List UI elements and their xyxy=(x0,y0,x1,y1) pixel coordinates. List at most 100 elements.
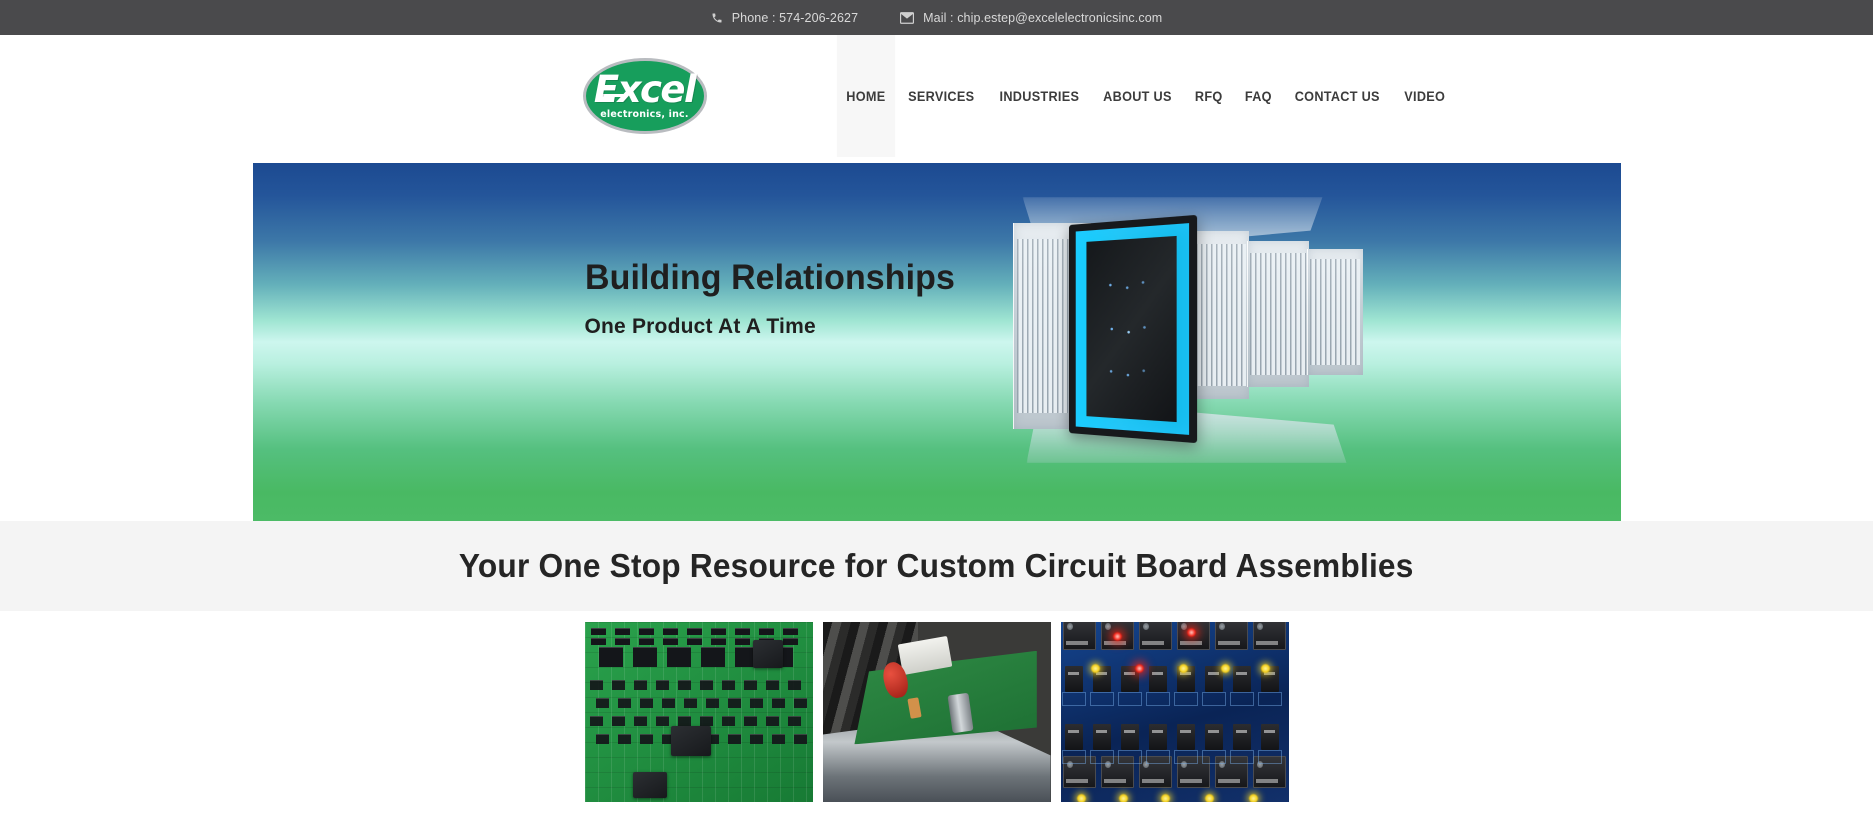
resistor-component xyxy=(677,680,691,690)
logo-wordmark: Excel xyxy=(593,68,697,111)
silkscreen-outline xyxy=(1089,692,1114,706)
machine-background xyxy=(822,622,1051,802)
header-inner: Excel electronics, inc. HOME SERVICES IN… xyxy=(252,35,1622,157)
yellow-led-indicator xyxy=(1260,664,1270,673)
smd-component xyxy=(758,628,774,635)
relay-screw xyxy=(1142,622,1150,631)
resistor-component xyxy=(611,716,625,726)
smd-component xyxy=(590,628,606,635)
resistor-component xyxy=(617,734,631,744)
circuit-board-on-assembly-machine-photo[interactable] xyxy=(822,622,1051,802)
silkscreen-outline xyxy=(1201,692,1226,706)
resistor-component xyxy=(727,734,741,744)
nav-item-home[interactable]: HOME xyxy=(836,35,895,157)
nav-item-services[interactable]: SERVICES xyxy=(899,35,984,157)
transistor-component xyxy=(632,647,657,667)
red-led-indicator xyxy=(1134,664,1144,673)
resistor-component xyxy=(633,716,647,726)
relay-component xyxy=(1214,622,1248,650)
resistor-component xyxy=(633,680,647,690)
smd-component xyxy=(782,638,798,645)
smd-component xyxy=(614,628,630,635)
silkscreen-outline xyxy=(1061,750,1086,764)
resistor-component xyxy=(595,698,609,708)
smd-component xyxy=(686,628,702,635)
terminal-block xyxy=(1092,724,1111,750)
hero-banner: Building Relationships One Product At A … xyxy=(252,163,1621,521)
resistor-component xyxy=(655,680,669,690)
silkscreen-outline xyxy=(1089,750,1114,764)
terminal-block xyxy=(1064,666,1083,692)
relay-label xyxy=(1103,640,1126,645)
relay-label xyxy=(1217,640,1240,645)
phone-label: Phone : 574-206-2627 xyxy=(731,10,859,25)
product-gallery xyxy=(0,611,1873,802)
integrated-circuit-chip xyxy=(670,726,711,756)
resistor-component xyxy=(721,680,735,690)
resistor-component xyxy=(699,716,713,726)
relay-label xyxy=(1217,778,1240,783)
resistor-component xyxy=(743,716,757,726)
yellow-led-indicator xyxy=(1076,794,1086,802)
resistor-component xyxy=(721,716,735,726)
nav-item-contact-us[interactable]: CONTACT US xyxy=(1286,35,1390,157)
relay-screw xyxy=(1180,622,1188,631)
silkscreen-outline xyxy=(1229,692,1254,706)
top-contact-bar: Phone : 574-206-2627 Mail : chip.estep@e… xyxy=(0,0,1873,35)
mail-icon xyxy=(900,11,915,24)
power-transistor xyxy=(632,772,667,798)
resistor-component xyxy=(655,716,669,726)
transistor-component xyxy=(666,647,691,667)
terminal-block xyxy=(1148,666,1167,692)
relay-label xyxy=(1255,778,1278,783)
yellow-led-indicator xyxy=(1118,794,1128,802)
hero-headline: Building Relationships xyxy=(584,258,955,297)
resistor-component xyxy=(765,716,779,726)
resistor-component xyxy=(793,734,807,744)
smd-component xyxy=(782,628,798,635)
resistor-component xyxy=(749,734,763,744)
resistor-component xyxy=(677,716,691,726)
server-rack-datacenter-image xyxy=(1012,197,1363,465)
silkscreen-outline xyxy=(1117,692,1142,706)
site-logo[interactable]: Excel electronics, inc. xyxy=(582,51,708,141)
nav-item-industries[interactable]: INDUSTRIES xyxy=(990,35,1088,157)
yellow-led-indicator xyxy=(1204,794,1214,802)
terminal-block xyxy=(1120,724,1139,750)
art-panel-face xyxy=(1085,235,1177,423)
smd-package xyxy=(752,640,783,668)
resistor-component xyxy=(639,734,653,744)
smd-component xyxy=(590,638,606,645)
art-open-panel-door xyxy=(1068,214,1197,444)
resistor-component xyxy=(661,698,675,708)
terminal-block xyxy=(1064,724,1083,750)
site-header: Excel electronics, inc. HOME SERVICES IN… xyxy=(0,35,1873,157)
tagline-band: Your One Stop Resource for Custom Circui… xyxy=(0,521,1873,611)
resistor-component xyxy=(589,716,603,726)
nav-item-video[interactable]: VIDEO xyxy=(1395,35,1455,157)
resistor-component xyxy=(639,698,653,708)
nav-item-about-us[interactable]: ABOUT US xyxy=(1094,35,1181,157)
green-smt-circuit-board-photo[interactable] xyxy=(584,622,813,802)
yellow-led-indicator xyxy=(1248,794,1258,802)
resistor-component xyxy=(771,698,785,708)
smd-component xyxy=(734,638,750,645)
hero-text-block: Building Relationships One Product At A … xyxy=(584,258,966,339)
relay-label xyxy=(1179,778,1202,783)
resistor-component xyxy=(727,698,741,708)
yellow-led-indicator xyxy=(1160,794,1170,802)
nav-item-faq[interactable]: FAQ xyxy=(1235,35,1281,157)
relay-label xyxy=(1065,640,1088,645)
resistor-component xyxy=(793,698,807,708)
art-rack-near xyxy=(1306,249,1363,375)
art-rack-mid xyxy=(1246,241,1309,387)
resistor-component xyxy=(699,680,713,690)
silkscreen-outline xyxy=(1257,692,1282,706)
mail-contact[interactable]: Mail : chip.estep@excelelectronicsinc.co… xyxy=(900,11,1162,25)
phone-contact[interactable]: Phone : 574-206-2627 xyxy=(711,11,858,25)
relay-component xyxy=(1062,622,1096,650)
resistor-component xyxy=(771,734,785,744)
smd-component xyxy=(638,628,654,635)
blue-relay-board-photo[interactable] xyxy=(1060,622,1289,802)
nav-item-rfq[interactable]: RFQ xyxy=(1186,35,1232,157)
